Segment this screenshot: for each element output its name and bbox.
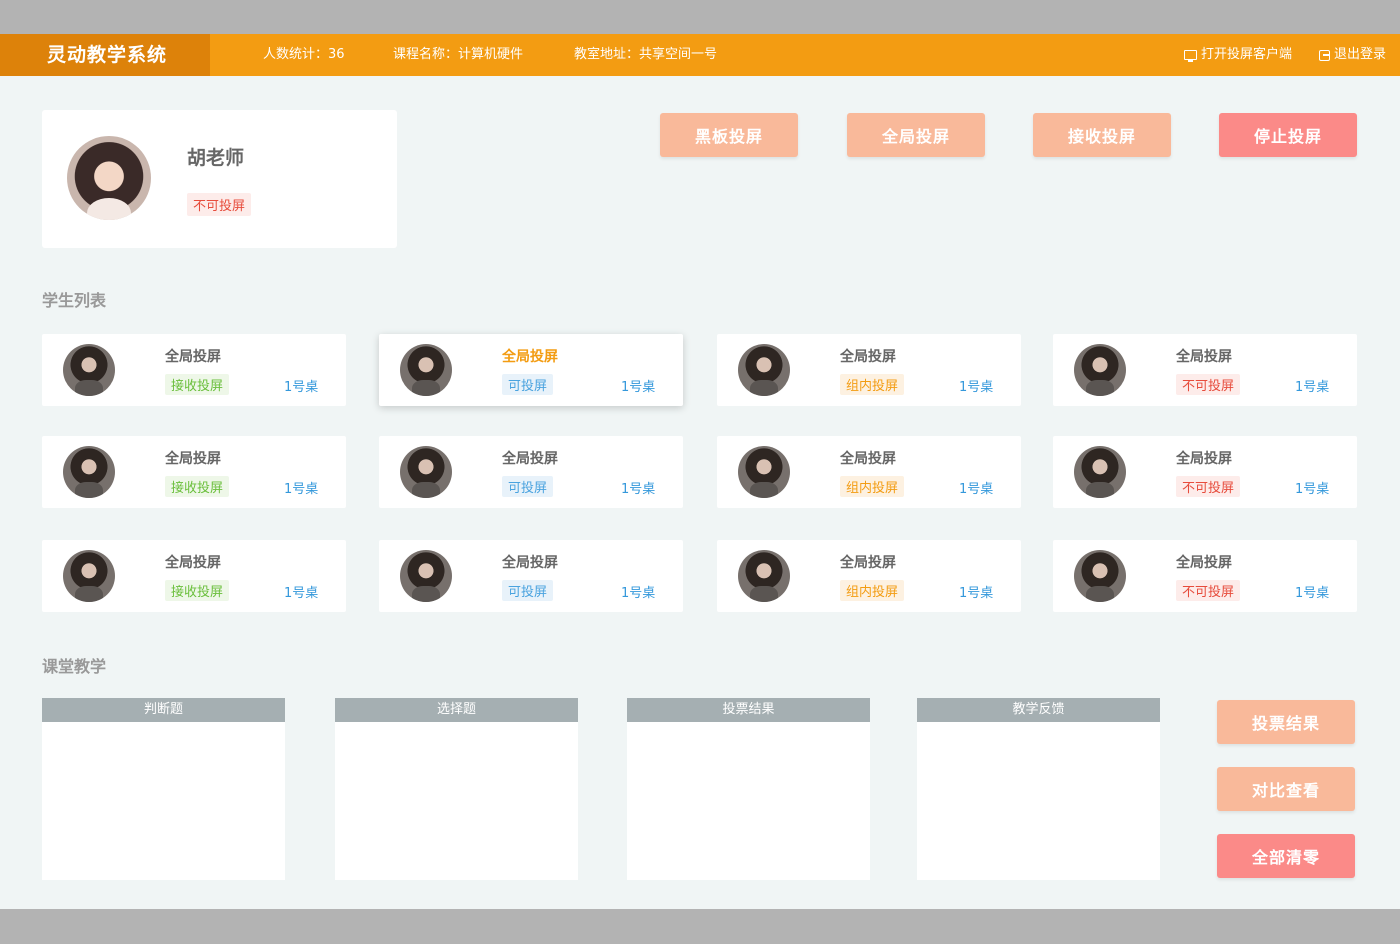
panel-header: 选择题 — [335, 698, 578, 722]
student-card[interactable]: 全局投屏 可投屏 1号桌 — [379, 436, 683, 508]
student-card-title: 全局投屏 — [840, 555, 896, 571]
student-card-title: 全局投屏 — [1176, 555, 1232, 571]
student-status-badge: 不可投屏 — [1176, 476, 1241, 497]
student-list-title: 学生列表 — [42, 291, 107, 310]
student-avatar — [738, 446, 790, 498]
student-card[interactable]: 全局投屏 可投屏 1号桌 — [379, 540, 683, 612]
student-card-title: 全局投屏 — [502, 451, 558, 467]
student-card-title: 全局投屏 — [165, 555, 221, 571]
student-avatar — [400, 446, 452, 498]
monitor-icon — [1184, 50, 1197, 62]
global-cast-button[interactable]: 全局投屏 — [847, 113, 985, 157]
panel-header: 投票结果 — [627, 698, 870, 722]
student-avatar — [400, 344, 452, 396]
clear-all-button[interactable]: 全部清零 — [1217, 834, 1355, 878]
compare-view-button[interactable]: 对比查看 — [1217, 767, 1355, 811]
logout-icon — [1319, 49, 1330, 61]
teacher-name: 胡老师 — [187, 147, 245, 169]
student-card[interactable]: 全局投屏 不可投屏 1号桌 — [1053, 436, 1357, 508]
student-status-badge: 可投屏 — [502, 476, 554, 497]
student-desk: 1号桌 — [284, 482, 319, 497]
student-desk: 1号桌 — [959, 482, 994, 497]
main-panel: 胡老师 不可投屏 黑板投屏 全局投屏 接收投屏 停止投屏 学生列表 全局投屏 接… — [0, 76, 1400, 909]
student-card[interactable]: 全局投屏 组内投屏 1号桌 — [717, 334, 1021, 406]
student-desk: 1号桌 — [621, 482, 656, 497]
student-card-title: 全局投屏 — [165, 451, 221, 467]
course-name: 课程名称：计算机硬件 — [393, 47, 524, 62]
classroom-address: 教室地址：共享空间一号 — [574, 47, 718, 62]
student-status-badge: 组内投屏 — [840, 476, 905, 497]
classroom-teaching-title: 课堂教学 — [42, 657, 107, 676]
student-card-title: 全局投屏 — [502, 349, 558, 365]
open-client-link[interactable]: 打开投屏客户端 — [1184, 34, 1292, 76]
student-status-badge: 可投屏 — [502, 580, 554, 601]
student-avatar — [63, 550, 115, 602]
student-card[interactable]: 全局投屏 可投屏 1号桌 — [379, 334, 683, 406]
teacher-card: 胡老师 不可投屏 — [42, 110, 397, 248]
student-status-badge: 不可投屏 — [1176, 580, 1241, 601]
student-avatar — [1074, 446, 1126, 498]
student-status-badge: 组内投屏 — [840, 374, 905, 395]
student-desk: 1号桌 — [959, 380, 994, 395]
student-card[interactable]: 全局投屏 组内投屏 1号桌 — [717, 540, 1021, 612]
student-card-title: 全局投屏 — [1176, 451, 1232, 467]
panel-header: 教学反馈 — [917, 698, 1160, 722]
teaching-feedback-panel[interactable]: 教学反馈 — [917, 698, 1160, 880]
vote-result-panel[interactable]: 投票结果 — [627, 698, 870, 880]
student-card-title: 全局投屏 — [502, 555, 558, 571]
student-desk: 1号桌 — [284, 586, 319, 601]
student-desk: 1号桌 — [621, 380, 656, 395]
student-card[interactable]: 全局投屏 接收投屏 1号桌 — [42, 540, 346, 612]
student-card[interactable]: 全局投屏 不可投屏 1号桌 — [1053, 540, 1357, 612]
student-avatar — [738, 550, 790, 602]
student-status-badge: 可投屏 — [502, 374, 554, 395]
student-card[interactable]: 全局投屏 组内投屏 1号桌 — [717, 436, 1021, 508]
student-status-badge: 不可投屏 — [1176, 374, 1241, 395]
student-card-title: 全局投屏 — [840, 451, 896, 467]
open-client-label: 打开投屏客户端 — [1201, 47, 1293, 62]
student-count: 人数统计：36 — [263, 47, 345, 62]
student-status-badge: 组内投屏 — [840, 580, 905, 601]
student-card-title: 全局投屏 — [165, 349, 221, 365]
blackboard-cast-button[interactable]: 黑板投屏 — [660, 113, 798, 157]
teacher-status-badge: 不可投屏 — [187, 193, 252, 216]
student-card[interactable]: 全局投屏 接收投屏 1号桌 — [42, 334, 346, 406]
student-avatar — [400, 550, 452, 602]
panel-header: 判断题 — [42, 698, 285, 722]
teacher-avatar — [67, 136, 151, 220]
stop-cast-button[interactable]: 停止投屏 — [1219, 113, 1357, 157]
student-avatar — [1074, 344, 1126, 396]
student-card-title: 全局投屏 — [840, 349, 896, 365]
true-false-panel[interactable]: 判断题 — [42, 698, 285, 880]
student-desk: 1号桌 — [1295, 380, 1330, 395]
student-avatar — [63, 446, 115, 498]
vote-result-button[interactable]: 投票结果 — [1217, 700, 1355, 744]
top-header-bar: 灵动教学系统 人数统计：36 课程名称：计算机硬件 教室地址：共享空间一号 打开… — [0, 34, 1400, 76]
student-avatar — [1074, 550, 1126, 602]
student-avatar — [738, 344, 790, 396]
multiple-choice-panel[interactable]: 选择题 — [335, 698, 578, 880]
student-desk: 1号桌 — [284, 380, 319, 395]
receive-cast-button[interactable]: 接收投屏 — [1033, 113, 1171, 157]
logout-link[interactable]: 退出登录 — [1319, 34, 1386, 76]
student-card[interactable]: 全局投屏 接收投屏 1号桌 — [42, 436, 346, 508]
student-avatar — [63, 344, 115, 396]
student-status-badge: 接收投屏 — [165, 580, 230, 601]
student-status-badge: 接收投屏 — [165, 374, 230, 395]
student-desk: 1号桌 — [959, 586, 994, 601]
brand-logo: 灵动教学系统 — [0, 34, 210, 76]
student-card-title: 全局投屏 — [1176, 349, 1232, 365]
student-card[interactable]: 全局投屏 不可投屏 1号桌 — [1053, 334, 1357, 406]
logout-label: 退出登录 — [1334, 47, 1387, 62]
student-status-badge: 接收投屏 — [165, 476, 230, 497]
student-desk: 1号桌 — [1295, 586, 1330, 601]
student-desk: 1号桌 — [1295, 482, 1330, 497]
student-desk: 1号桌 — [621, 586, 656, 601]
